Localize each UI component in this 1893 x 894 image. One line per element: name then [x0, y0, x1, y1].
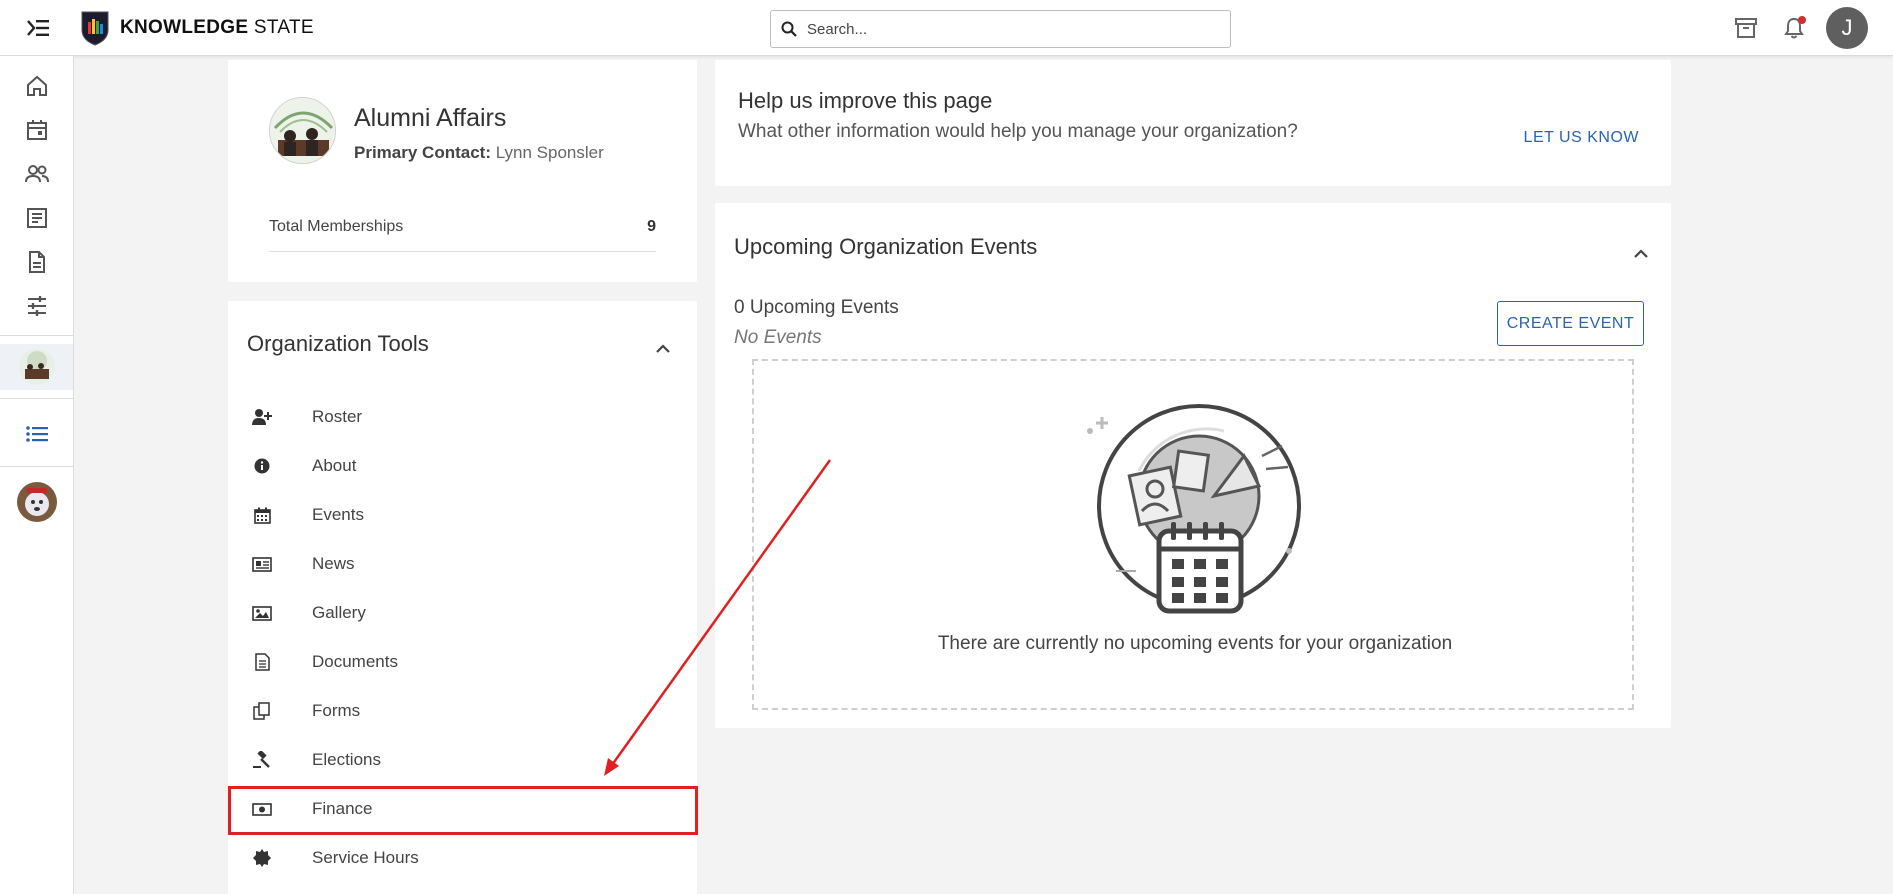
organization-avatar: [18, 349, 55, 385]
chevron-up-icon: [1634, 249, 1648, 258]
nav-list[interactable]: [0, 414, 73, 454]
organization-name: Alumni Affairs: [354, 104, 507, 132]
nav-settings[interactable]: [0, 286, 73, 326]
organization-tools-card: Organization Tools Roster About Events N…: [228, 301, 697, 894]
nav-home[interactable]: [0, 66, 73, 106]
archive-icon: [1735, 18, 1757, 38]
tool-about[interactable]: About: [228, 446, 697, 486]
tool-documents[interactable]: Documents: [228, 642, 697, 682]
article-icon: [26, 208, 47, 228]
image-icon: [251, 602, 273, 624]
info-icon: [251, 455, 273, 477]
upcoming-events-count: 0 Upcoming Events: [734, 297, 899, 318]
tools-title: Organization Tools: [247, 331, 429, 356]
tool-label: Documents: [312, 652, 398, 671]
search-box[interactable]: [770, 10, 1231, 48]
money-icon: [251, 798, 273, 820]
tool-label: Service Hours: [312, 848, 419, 867]
empty-events-area: There are currently no upcoming events f…: [752, 359, 1634, 710]
tool-label: News: [312, 554, 355, 573]
create-event-button[interactable]: CREATE EVENT: [1497, 301, 1644, 346]
tool-label: Elections: [312, 750, 381, 769]
tool-events[interactable]: Events: [228, 495, 697, 535]
feedback-title: Help us improve this page: [738, 88, 993, 113]
empty-events-message: There are currently no upcoming events f…: [937, 633, 1453, 654]
memberships-count: 9: [647, 218, 656, 235]
calendar-icon: [26, 120, 47, 140]
nav-user-profile[interactable]: [0, 479, 73, 525]
nav-people[interactable]: [0, 154, 73, 194]
tool-forms[interactable]: Forms: [228, 691, 697, 731]
upcoming-events-card: Upcoming Organization Events 0 Upcoming …: [715, 203, 1671, 728]
organization-profile-card: Alumni Affairs Primary Contact: Lynn Spo…: [228, 60, 697, 282]
primary-contact-name: Lynn Sponsler: [495, 143, 604, 162]
rail-divider: [0, 335, 73, 336]
archive-button[interactable]: [1732, 14, 1760, 42]
total-memberships-row: Total Memberships 9: [269, 218, 656, 252]
tool-label: Finance: [312, 799, 373, 818]
feedback-subtitle: What other information would help you ma…: [738, 121, 1298, 142]
user-avatar: [16, 482, 57, 522]
tool-label: About: [312, 456, 357, 475]
brand-name: KNOWLEDGE STATE: [120, 17, 314, 38]
primary-contact: Primary Contact: Lynn Sponsler: [354, 143, 604, 163]
menu-collapse-button[interactable]: [22, 14, 54, 42]
top-bar: KNOWLEDGE STATE J: [0, 0, 1893, 56]
no-events-text: No Events: [734, 327, 822, 348]
tool-finance[interactable]: Finance: [228, 789, 697, 829]
user-plus-icon: [251, 406, 273, 428]
gavel-icon: [251, 749, 273, 771]
notification-dot: [1798, 16, 1806, 24]
file-text-icon: [251, 651, 273, 673]
document-icon: [28, 251, 45, 273]
forms-icon: [251, 700, 273, 722]
brand-logo[interactable]: KNOWLEDGE STATE: [80, 10, 314, 46]
people-icon: [24, 165, 49, 183]
primary-contact-label: Primary Contact:: [354, 143, 491, 162]
home-icon: [26, 75, 47, 96]
empty-calendar-illustration-icon: [1087, 404, 1301, 614]
left-nav-rail: [0, 56, 74, 894]
organization-avatar: [269, 97, 336, 164]
tool-roster[interactable]: Roster: [228, 397, 697, 437]
chevron-up-icon: [656, 344, 670, 353]
feedback-card: Help us improve this page What other inf…: [715, 60, 1671, 186]
notifications-button[interactable]: [1780, 14, 1808, 42]
nav-calendar[interactable]: [0, 110, 73, 150]
events-title: Upcoming Organization Events: [734, 234, 1038, 259]
newspaper-icon: [251, 553, 273, 575]
menu-collapse-icon: [27, 20, 49, 36]
search-input[interactable]: [807, 20, 1207, 38]
badge-icon: [251, 847, 273, 869]
rail-divider: [0, 398, 73, 399]
user-avatar-button[interactable]: J: [1826, 7, 1868, 49]
let-us-know-link[interactable]: LET US KNOW: [1524, 129, 1639, 147]
tool-news[interactable]: News: [228, 544, 697, 584]
tool-label: Roster: [312, 407, 363, 426]
nav-articles[interactable]: [0, 198, 73, 238]
search-icon: [781, 21, 797, 37]
rail-divider: [0, 466, 73, 467]
nav-documents[interactable]: [0, 242, 73, 282]
memberships-label: Total Memberships: [269, 218, 404, 235]
nav-organization[interactable]: [0, 344, 73, 390]
tool-label: Events: [312, 505, 364, 524]
sliders-icon: [27, 296, 46, 316]
collapse-events-button[interactable]: [1629, 242, 1653, 266]
tool-label: Forms: [312, 701, 361, 720]
shield-logo-icon: [81, 11, 109, 46]
calendar-icon: [251, 504, 273, 526]
tool-gallery[interactable]: Gallery: [228, 593, 697, 633]
list-icon: [25, 426, 48, 442]
tool-elections[interactable]: Elections: [228, 740, 697, 780]
collapse-tools-button[interactable]: [651, 337, 675, 361]
tool-label: Gallery: [312, 603, 366, 622]
tool-service-hours[interactable]: Service Hours: [228, 838, 697, 878]
